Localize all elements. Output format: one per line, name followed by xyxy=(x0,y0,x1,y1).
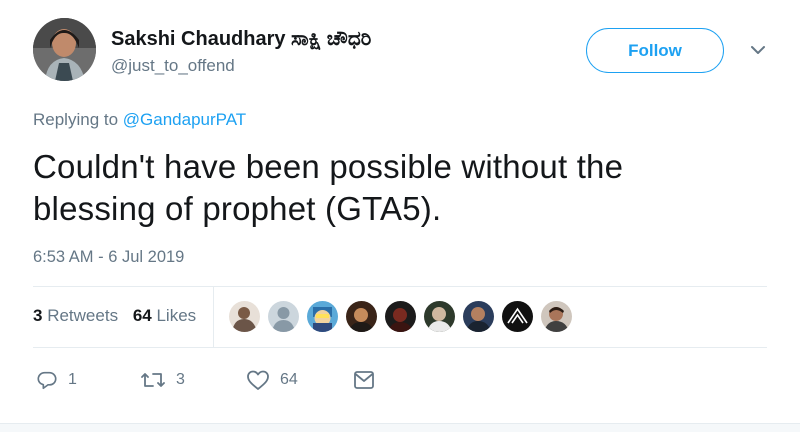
stats-divider xyxy=(213,287,214,347)
liker-avatar[interactable] xyxy=(229,301,260,332)
engagement-stats: 3 Retweets 64 Likes xyxy=(33,306,196,326)
follow-button[interactable]: Follow xyxy=(586,28,724,73)
retweets-count: 3 xyxy=(33,306,43,325)
retweet-icon xyxy=(141,373,165,387)
liker-avatar[interactable] xyxy=(463,301,494,332)
liker-avatar[interactable] xyxy=(268,301,299,332)
divider-bottom xyxy=(33,347,767,348)
replying-to: Replying to @GandapurPAT xyxy=(33,110,246,130)
replying-prefix: Replying to xyxy=(33,110,123,129)
like-count: 64 xyxy=(280,371,298,388)
liker-avatar[interactable] xyxy=(541,301,572,332)
message-icon xyxy=(354,371,374,389)
divider-top xyxy=(33,286,767,287)
avatar[interactable] xyxy=(33,18,96,81)
liker-avatar[interactable] xyxy=(502,301,533,332)
retweet-button[interactable]: 3 xyxy=(140,366,185,394)
reply-button[interactable]: 1 xyxy=(36,366,77,394)
tweet-actions: 1 3 64 xyxy=(0,366,800,396)
retweets-stat[interactable]: 3 Retweets xyxy=(33,306,118,325)
liker-avatar[interactable] xyxy=(385,301,416,332)
tweet-timestamp[interactable]: 6:53 AM - 6 Jul 2019 xyxy=(33,248,184,267)
reply-icon xyxy=(37,371,57,390)
retweet-count: 3 xyxy=(176,371,185,388)
heart-icon xyxy=(247,370,269,390)
display-name[interactable]: Sakshi Chaudhary ಸಾಕ್ಷಿ ಚೌಧರಿ xyxy=(111,28,371,51)
chevron-down-icon[interactable] xyxy=(750,44,766,56)
retweets-label: Retweets xyxy=(47,306,119,325)
user-handle[interactable]: @just_to_offend xyxy=(111,56,235,76)
likes-count: 64 xyxy=(132,306,152,325)
likes-stat[interactable]: 64 Likes xyxy=(133,306,196,325)
liker-avatar[interactable] xyxy=(346,301,377,332)
likes-label: Likes xyxy=(156,306,197,325)
tweet-text: Couldn't have been possible without the … xyxy=(33,148,624,227)
liker-avatar[interactable] xyxy=(307,301,338,332)
direct-message-button[interactable] xyxy=(352,366,376,394)
liker-avatar[interactable] xyxy=(424,301,455,332)
like-button[interactable]: 64 xyxy=(246,366,298,394)
reply-count: 1 xyxy=(68,371,77,388)
replying-to-link[interactable]: @GandapurPAT xyxy=(123,110,246,129)
